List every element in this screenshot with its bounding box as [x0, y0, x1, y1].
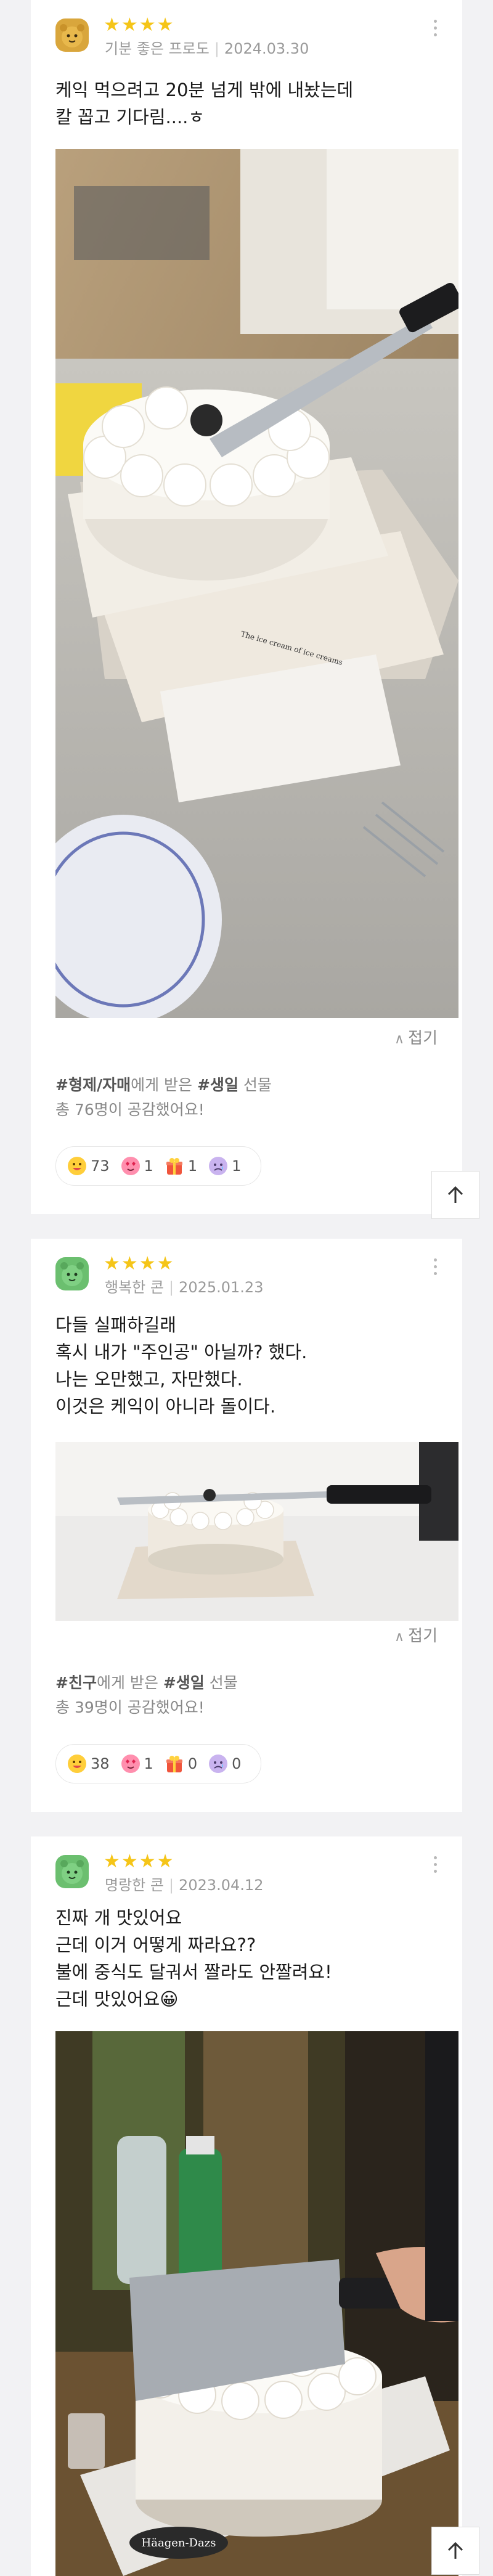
review-card: ★★★★ 명랑한 콘 | 2023.04.12 진짜 개 맛있어요 근데 이거 어떻…	[31, 1836, 462, 2576]
review-date: 2024.03.30	[224, 40, 309, 57]
review-line: 근데 맛있어요😀	[55, 1989, 179, 2010]
more-options-icon[interactable]	[434, 20, 439, 40]
gift-info: #친구에게 받은 #생일 선물	[55, 1674, 238, 1692]
fold-button[interactable]: ∧ 접기	[394, 1627, 438, 1647]
reaction-gift[interactable]: 0	[165, 1754, 197, 1774]
avatar[interactable]	[55, 18, 89, 52]
more-options-icon[interactable]	[434, 1258, 439, 1279]
review-line: 이것은 케익이 아니라 돌이다.	[55, 1396, 276, 1417]
gift-occasion-tag[interactable]: #생일	[163, 1674, 205, 1692]
sad-emoji-icon	[209, 1755, 228, 1773]
avatar[interactable]	[55, 1855, 89, 1888]
reaction-count: 1	[144, 1157, 153, 1175]
review-line: 칼 꼽고 기다림....ㅎ	[55, 107, 205, 128]
review-line: 근데 이거 어떻게 짜라요??	[55, 1934, 256, 1955]
review-card: ★★★★ 기분 좋은 프로도 | 2024.03.30 케익 먹으려고 20분 넘게…	[31, 0, 462, 1214]
reaction-sad[interactable]: 1	[208, 1156, 241, 1176]
cake-cleaver-photo: Häagen-Dazs	[55, 2031, 458, 2576]
chevron-up-icon: ∧	[394, 1629, 405, 1645]
chevron-up-icon: ∧	[394, 1032, 405, 1047]
reaction-bar: 73 1 1 1	[55, 1146, 262, 1186]
gift-emoji-icon	[166, 1158, 182, 1175]
smile-emoji-icon	[68, 1157, 86, 1175]
rating-stars: ★★★★	[104, 1851, 175, 1872]
arrow-up-icon	[447, 2541, 463, 2559]
likes-count: 총 76명이 공감했어요!	[55, 1101, 205, 1119]
gift-relation-tag[interactable]: #형제/자매	[55, 1076, 131, 1094]
reaction-sad[interactable]: 0	[208, 1754, 241, 1774]
rating-stars: ★★★★	[104, 1253, 175, 1274]
gift-suffix: 선물	[238, 1076, 272, 1094]
likes-count: 총 39명이 공감했어요!	[55, 1698, 205, 1716]
more-options-icon[interactable]	[434, 1856, 439, 1877]
gift-occasion-tag[interactable]: #생일	[197, 1076, 238, 1094]
review-header: ★★★★ 행복한 콘 | 2025.01.23	[31, 1239, 462, 1296]
reaction-count: 1	[144, 1755, 153, 1772]
review-line: 다들 실패하길래	[55, 1314, 176, 1335]
reaction-smile[interactable]: 73	[67, 1156, 110, 1176]
reaction-smile[interactable]: 38	[67, 1754, 110, 1774]
review-line: 불에 중식도 달궈서 짤라도 안짤려요!	[55, 1962, 332, 1983]
gift-suffix: 선물	[204, 1674, 238, 1692]
gift-emoji-icon	[166, 1756, 182, 1772]
review-date: 2025.01.23	[179, 1279, 264, 1296]
reaction-count: 73	[91, 1157, 110, 1175]
heart-eyes-emoji-icon	[121, 1157, 140, 1175]
review-text: 케익 먹으려고 20분 넘게 밖에 내놨는데 칼 꼽고 기다림....ㅎ	[55, 76, 353, 131]
author-name: 행복한 콘	[105, 1279, 164, 1296]
reaction-count: 38	[91, 1755, 110, 1772]
smile-emoji-icon	[68, 1755, 86, 1773]
scroll-top-button[interactable]	[431, 2527, 479, 2575]
review-photo[interactable]: The ice cream of ice creams	[55, 149, 458, 1018]
review-date: 2023.04.12	[179, 1877, 264, 1894]
arrow-up-icon	[447, 1186, 463, 1203]
fold-button[interactable]: ∧ 접기	[394, 1029, 438, 1049]
author-name: 명랑한 콘	[105, 1877, 164, 1894]
review-photo[interactable]	[55, 1442, 458, 1621]
reaction-count: 0	[187, 1755, 198, 1772]
review-line: 나는 오만했고, 자만했다.	[55, 1369, 243, 1390]
cake-knife-photo	[55, 1442, 458, 1621]
review-card: ★★★★ 행복한 콘 | 2025.01.23 다들 실패하길래 혹시 내가 "주인…	[31, 1239, 462, 1812]
gift-info: #형제/자매에게 받은 #생일 선물	[55, 1076, 272, 1094]
review-line: 혹시 내가 "주인공" 아닐까? 했다.	[55, 1342, 308, 1363]
sad-emoji-icon	[209, 1157, 228, 1175]
avatar-character-icon	[55, 1257, 89, 1290]
avatar-character-icon	[55, 18, 89, 52]
fold-label: 접기	[408, 1627, 438, 1645]
review-photo[interactable]: Häagen-Dazs	[55, 2031, 458, 2576]
reaction-count: 0	[232, 1755, 242, 1772]
avatar-character-icon	[55, 1855, 89, 1888]
reaction-heart-eyes[interactable]: 1	[121, 1156, 153, 1176]
reaction-count: 1	[187, 1157, 198, 1175]
cake-knife-photo: The ice cream of ice creams	[55, 149, 458, 1018]
avatar[interactable]	[55, 1257, 89, 1290]
fold-label: 접기	[408, 1029, 438, 1048]
reaction-gift[interactable]: 1	[165, 1156, 197, 1176]
review-text: 다들 실패하길래 혹시 내가 "주인공" 아닐까? 했다. 나는 오만했고, 자…	[55, 1311, 307, 1420]
gift-text: 에게 받은	[131, 1076, 197, 1094]
author-name: 기분 좋은 프로도	[105, 40, 210, 57]
heart-eyes-emoji-icon	[121, 1755, 140, 1773]
review-line: 진짜 개 맛있어요	[55, 1907, 182, 1928]
brand-logo-text: Häagen-Dazs	[142, 2537, 216, 2550]
review-meta: 기분 좋은 프로도 | 2024.03.30	[105, 40, 309, 57]
review-text: 진짜 개 맛있어요 근데 이거 어떻게 짜라요?? 불에 중식도 달궈서 짤라도…	[55, 1904, 332, 2013]
review-header: ★★★★ 명랑한 콘 | 2023.04.12	[31, 1836, 462, 1894]
gift-relation-tag[interactable]: #친구	[55, 1674, 97, 1692]
review-line: 케익 먹으려고 20분 넘게 밖에 내놨는데	[55, 79, 354, 100]
reaction-bar: 38 1 0 0	[55, 1744, 262, 1783]
gift-text: 에게 받은	[96, 1674, 163, 1692]
scroll-top-button[interactable]	[431, 1171, 479, 1219]
reaction-heart-eyes[interactable]: 1	[121, 1754, 153, 1774]
reaction-count: 1	[232, 1157, 242, 1175]
review-meta: 명랑한 콘 | 2023.04.12	[105, 1877, 264, 1894]
review-meta: 행복한 콘 | 2025.01.23	[105, 1279, 264, 1296]
review-header: ★★★★ 기분 좋은 프로도 | 2024.03.30	[31, 0, 462, 57]
rating-stars: ★★★★	[104, 14, 175, 36]
